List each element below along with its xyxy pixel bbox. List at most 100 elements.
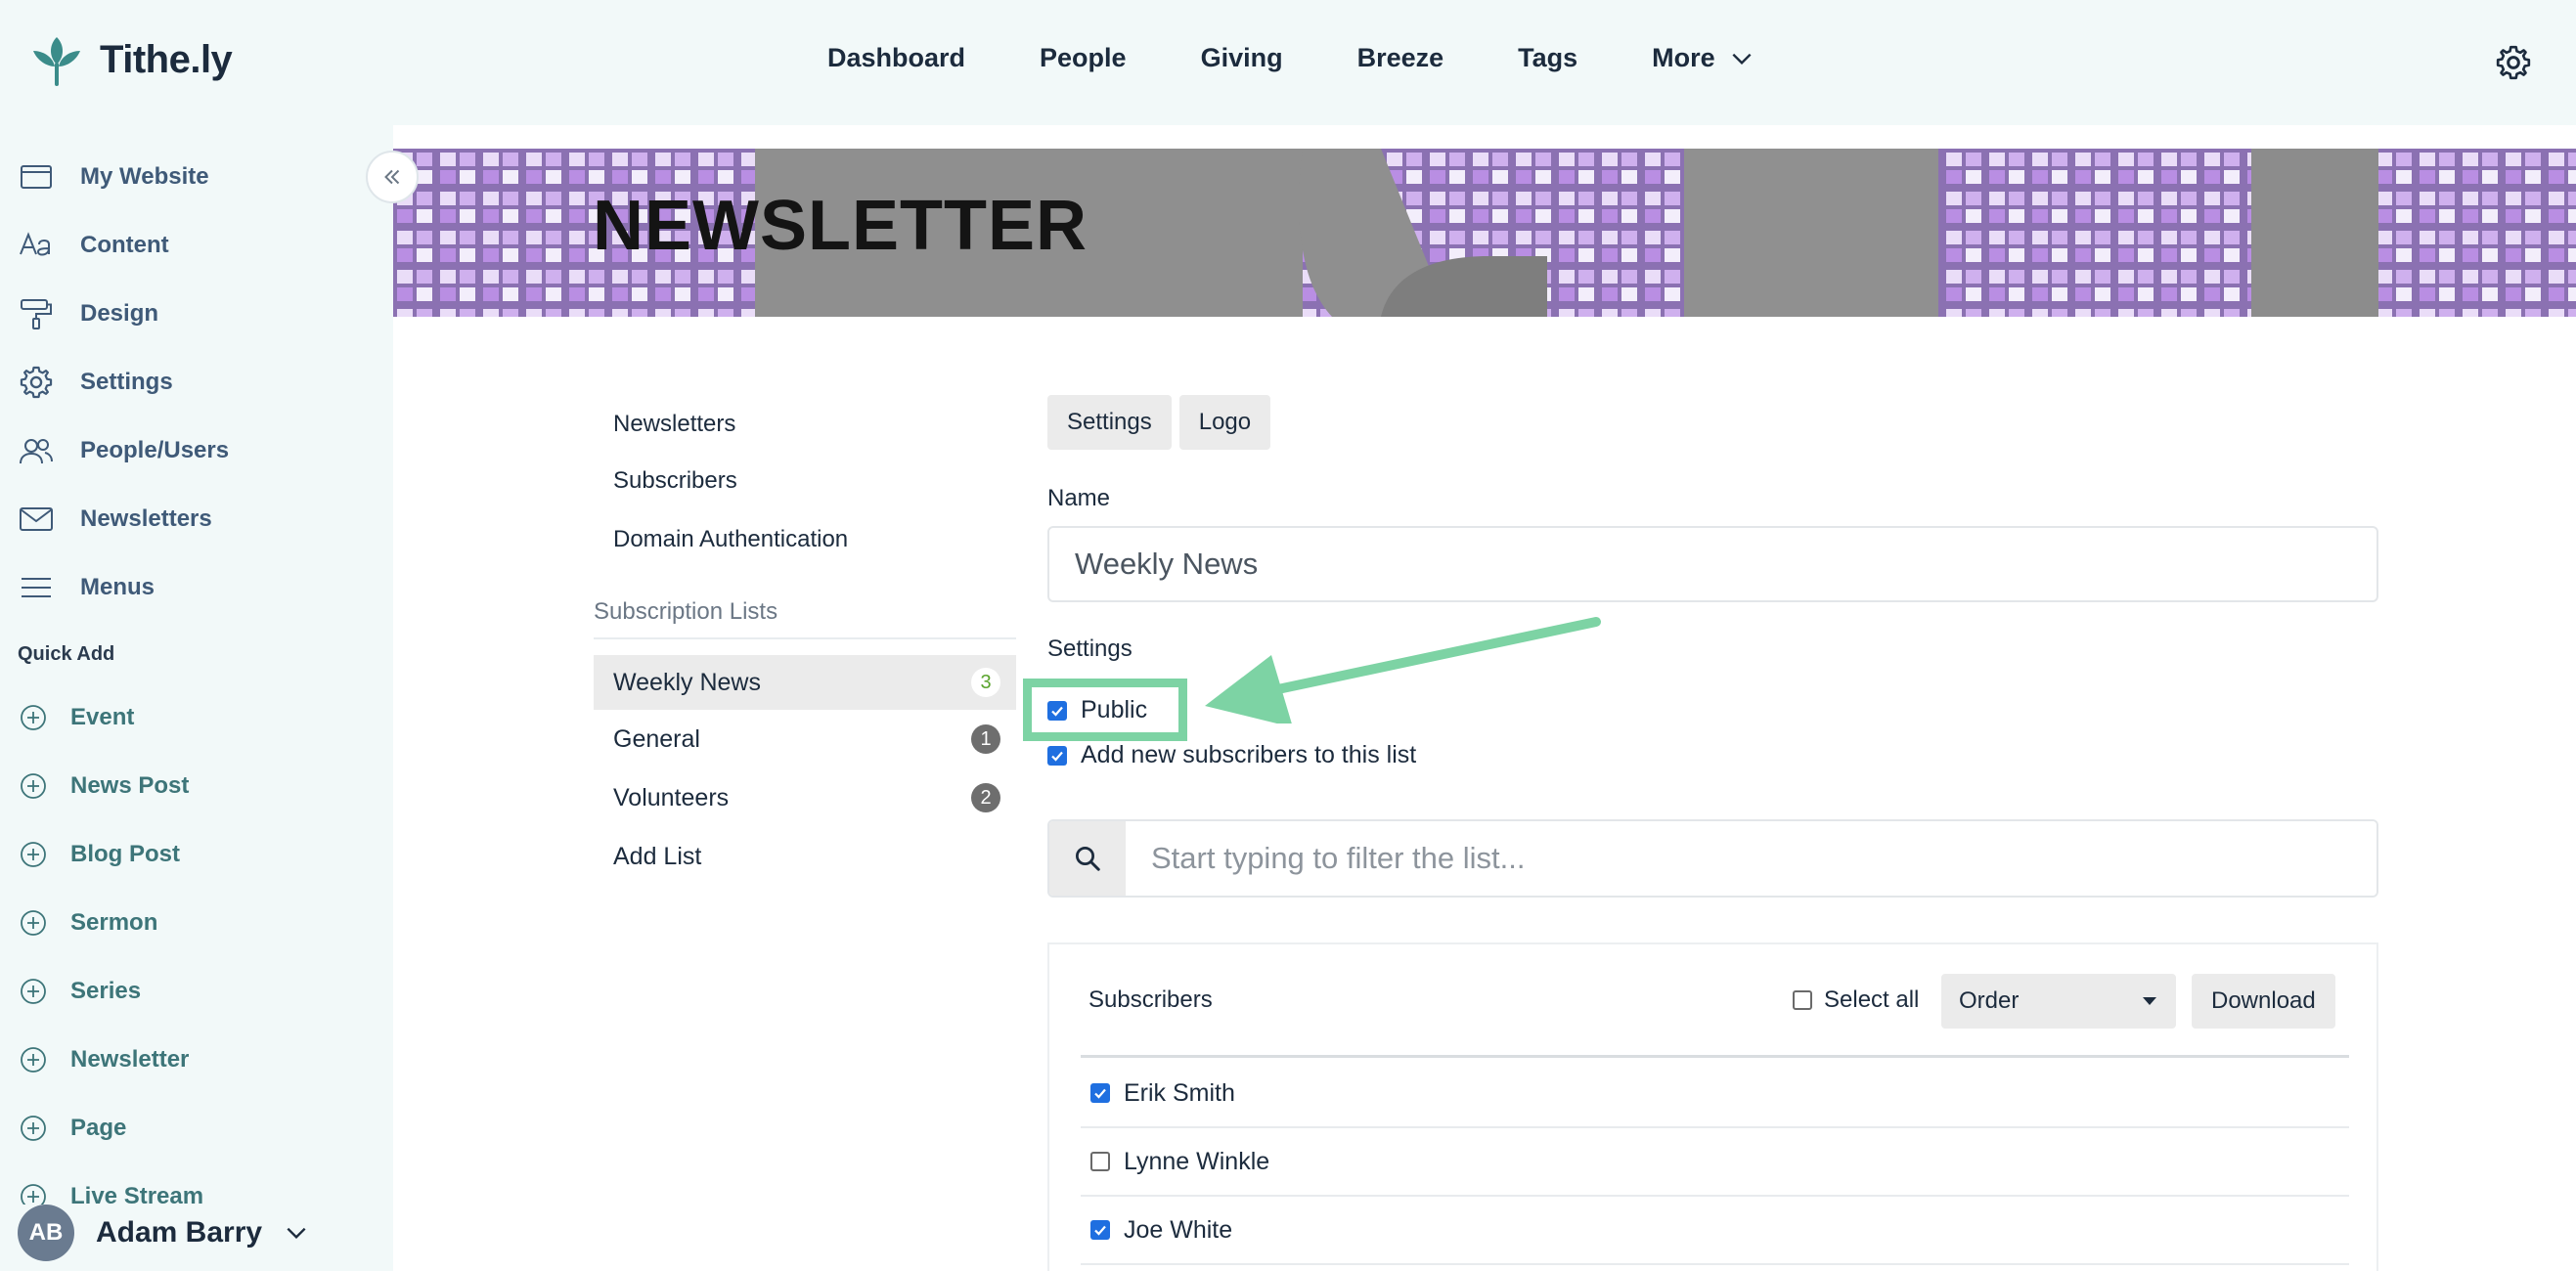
nav-tags[interactable]: Tags xyxy=(1518,43,1577,73)
checkmark-icon xyxy=(1094,1088,1106,1099)
plus-circle-icon xyxy=(21,773,46,799)
add-new-subscribers-label: Add new subscribers to this list xyxy=(1081,741,1417,768)
tab-settings[interactable]: Settings xyxy=(1047,395,1172,450)
sidebar-item-newsletters[interactable]: Newsletters xyxy=(18,501,212,538)
quick-add-label: Event xyxy=(70,704,135,730)
chevron-down-icon xyxy=(1732,53,1752,65)
top-nav: Dashboard People Giving Breeze Tags More xyxy=(827,43,1829,73)
list-item-weekly-news[interactable]: Weekly News 3 xyxy=(594,655,1016,710)
collapse-sidebar-button[interactable] xyxy=(366,151,419,203)
checkmark-icon xyxy=(1051,751,1063,762)
settings-label: Settings xyxy=(1047,636,1133,662)
select-all-checkbox[interactable] xyxy=(1793,990,1812,1010)
quick-add-event[interactable]: Event xyxy=(18,702,134,733)
subscriber-checkbox[interactable] xyxy=(1090,1152,1110,1171)
sidebar-item-my-website[interactable]: My Website xyxy=(18,158,209,196)
order-select[interactable]: Order xyxy=(1941,974,2176,1029)
gear-icon[interactable] xyxy=(2494,43,2533,82)
subscriber-row[interactable]: Erik Smith xyxy=(1081,1060,2349,1128)
add-list-link[interactable]: Add List xyxy=(594,829,1016,884)
quick-add-sermon[interactable]: Sermon xyxy=(18,907,157,939)
add-new-subscribers-row[interactable]: Add new subscribers to this list xyxy=(1047,741,1416,769)
sidebar-item-settings[interactable]: Settings xyxy=(18,364,173,401)
quick-add-blog-post[interactable]: Blog Post xyxy=(18,839,180,870)
subscriber-row[interactable]: Joe White xyxy=(1081,1197,2349,1265)
subscriber-name: Joe White xyxy=(1124,1215,1233,1244)
plus-circle-icon xyxy=(21,1116,46,1141)
user-menu[interactable]: AB Adam Barry xyxy=(18,1205,310,1261)
sidebar-item-label: Newsletters xyxy=(80,505,212,532)
subscriber-name: Lynne Winkle xyxy=(1124,1147,1270,1175)
list-item-general[interactable]: General 1 xyxy=(594,712,1016,767)
sidebar-item-design[interactable]: Design xyxy=(18,295,158,332)
add-new-subscribers-checkbox[interactable] xyxy=(1047,745,1067,766)
submenu-link-domain-authentication[interactable]: Domain Authentication xyxy=(613,526,848,553)
count-badge: 3 xyxy=(971,668,1000,697)
nav-more[interactable]: More xyxy=(1652,43,1754,73)
download-button[interactable]: Download xyxy=(2192,974,2335,1029)
hamburger-menu-icon xyxy=(22,578,51,597)
quick-add-series[interactable]: Series xyxy=(18,976,141,1007)
sidebar-item-menus[interactable]: Menus xyxy=(18,569,155,606)
quick-add-label: Sermon xyxy=(70,909,158,936)
tab-logo[interactable]: Logo xyxy=(1178,395,1271,450)
checkmark-icon xyxy=(1094,1225,1106,1236)
subscription-lists-heading: Subscription Lists xyxy=(594,598,778,625)
nav-people[interactable]: People xyxy=(1040,43,1127,73)
quick-add-label: Page xyxy=(70,1115,127,1141)
quick-add-newsletter[interactable]: Newsletter xyxy=(18,1044,189,1075)
submenu-link-newsletters[interactable]: Newsletters xyxy=(613,411,735,438)
subscriber-row[interactable]: Lynne Winkle xyxy=(1081,1128,2349,1197)
search-input[interactable] xyxy=(1126,821,2376,896)
sidebar-item-label: Menus xyxy=(80,574,155,600)
subscriber-checkbox[interactable] xyxy=(1090,1083,1110,1103)
sidebar-item-label: My Website xyxy=(80,163,209,190)
nav-breeze[interactable]: Breeze xyxy=(1357,43,1444,73)
order-select-value: Order xyxy=(1959,987,2020,1014)
search-button[interactable] xyxy=(1049,821,1126,896)
quick-add-label: News Post xyxy=(70,772,190,799)
list-item-label: Weekly News xyxy=(613,668,761,696)
paint-roller-icon xyxy=(21,299,52,329)
quick-add-page[interactable]: Page xyxy=(18,1113,126,1144)
sidebar-item-content[interactable]: Content xyxy=(18,227,169,264)
sidebar: My Website Content Design Settings Peopl… xyxy=(0,125,393,1271)
select-all-row[interactable]: Select all xyxy=(1793,986,1919,1014)
list-name-input[interactable] xyxy=(1047,526,2378,602)
plus-circle-icon xyxy=(21,910,46,936)
text-font-icon xyxy=(20,232,50,256)
envelope-icon xyxy=(20,507,53,531)
subscribers-title: Subscribers xyxy=(1088,986,1213,1013)
sidebar-item-people-users[interactable]: People/Users xyxy=(18,432,229,469)
page-banner: NEWSLETTER xyxy=(393,149,2576,317)
user-name: Adam Barry xyxy=(96,1216,263,1249)
submenu-link-subscribers[interactable]: Subscribers xyxy=(613,467,737,495)
quick-add-label: Blog Post xyxy=(70,841,180,867)
users-icon xyxy=(20,439,53,464)
count-badge: 1 xyxy=(971,724,1000,754)
list-item-label: Volunteers xyxy=(613,783,730,811)
quick-add-news-post[interactable]: News Post xyxy=(18,770,189,802)
sidebar-item-label: Design xyxy=(80,300,159,327)
quick-add-label: Series xyxy=(70,978,142,1004)
sidebar-item-label: Content xyxy=(80,232,169,258)
nav-giving[interactable]: Giving xyxy=(1201,43,1283,73)
annotation-arrow xyxy=(1205,617,1601,723)
subscriber-checkbox[interactable] xyxy=(1090,1220,1110,1240)
chevron-down-icon xyxy=(287,1227,306,1240)
caret-down-icon xyxy=(2143,997,2156,1005)
app-logo[interactable]: Tithe.ly xyxy=(27,29,233,90)
plus-circle-icon xyxy=(21,979,46,1004)
plus-circle-icon xyxy=(21,1047,46,1073)
double-chevron-left-icon xyxy=(384,169,400,185)
divider xyxy=(594,637,1016,639)
settings-tabs: Settings Logo xyxy=(1047,395,1271,450)
nav-more-label: More xyxy=(1652,43,1715,72)
nav-dashboard[interactable]: Dashboard xyxy=(827,43,965,73)
subscribers-panel: Subscribers Select all Order Download Er… xyxy=(1047,942,2378,1271)
list-item-volunteers[interactable]: Volunteers 2 xyxy=(594,770,1016,825)
logo-text: Tithe.ly xyxy=(100,37,233,81)
search-icon xyxy=(1076,847,1100,871)
list-item-label: Add List xyxy=(613,842,702,870)
plus-circle-icon xyxy=(21,705,46,730)
